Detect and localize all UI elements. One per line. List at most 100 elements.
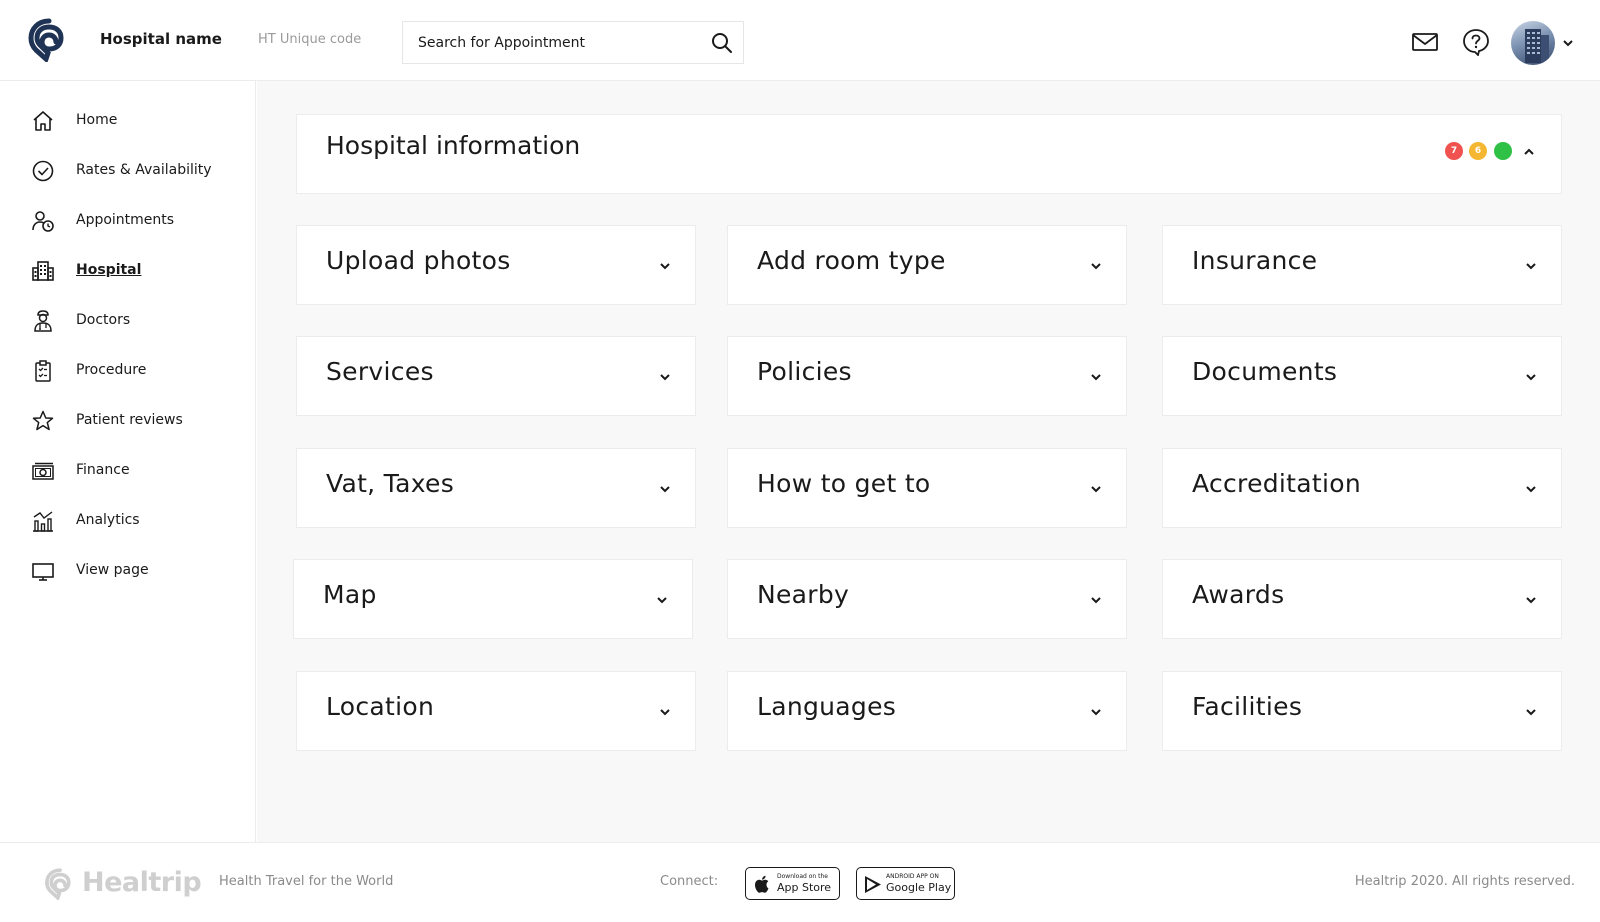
logo-icon[interactable] — [27, 18, 71, 62]
sidebar-item-view-page[interactable]: View page — [0, 549, 256, 593]
card-title: Documents — [1192, 357, 1338, 386]
sidebar-item-label: Patient reviews — [76, 412, 183, 428]
nearby-card[interactable]: Nearby — [727, 559, 1127, 639]
how-to-get-to-card[interactable]: How to get to — [727, 448, 1127, 528]
user-clock-icon — [32, 211, 54, 232]
sidebar-item-hospital[interactable]: Hospital — [0, 249, 256, 293]
sidebar-item-rates[interactable]: Rates & Availability — [0, 149, 256, 193]
chevron-down-icon — [660, 374, 670, 381]
sidebar-item-appointments[interactable]: Appointments — [0, 199, 256, 243]
play-store-icon — [865, 876, 881, 893]
sidebar-item-label: Rates & Availability — [76, 162, 212, 178]
sidebar-item-analytics[interactable]: Analytics — [0, 499, 256, 543]
hospital-information-title: Hospital information — [326, 131, 581, 160]
logo-icon — [45, 868, 71, 900]
policies-card[interactable]: Policies — [727, 336, 1127, 416]
accreditation-card[interactable]: Accreditation — [1162, 448, 1562, 528]
chevron-down-icon — [1526, 486, 1536, 493]
card-title: Vat, Taxes — [326, 469, 455, 498]
chevron-down-icon — [1091, 486, 1101, 493]
chevron-down-icon — [1526, 374, 1536, 381]
card-title: Insurance — [1192, 246, 1318, 275]
chevron-down-icon[interactable] — [1562, 37, 1574, 49]
chevron-down-icon — [660, 709, 670, 716]
sidebar-item-home[interactable]: Home — [0, 99, 256, 143]
card-title: How to get to — [757, 469, 931, 498]
sidebar-item-finance[interactable]: Finance — [0, 449, 256, 493]
brand-name: Healtrip — [82, 867, 202, 898]
sidebar-item-patient-reviews[interactable]: Patient reviews — [0, 399, 256, 443]
monitor-icon — [32, 563, 54, 581]
card-title: Map — [323, 580, 377, 609]
card-title: Location — [326, 692, 435, 721]
doctor-icon — [34, 310, 52, 332]
documents-card[interactable]: Documents — [1162, 336, 1562, 416]
chevron-down-icon — [660, 263, 670, 270]
card-title: Add room type — [757, 246, 946, 275]
footer-brand[interactable]: Healtrip — [44, 865, 202, 901]
unique-code: HT Unique code — [258, 32, 362, 47]
bar-chart-icon — [33, 511, 53, 532]
app-store-small-text: Download on the — [777, 873, 828, 880]
sidebar-item-label: Finance — [76, 462, 130, 478]
hospital-name: Hospital name — [100, 30, 222, 48]
sidebar-item-label: View page — [76, 562, 149, 578]
chevron-down-icon — [1526, 263, 1536, 270]
chevron-down-icon — [1526, 597, 1536, 604]
help-icon[interactable] — [1462, 28, 1490, 56]
card-title: Nearby — [757, 580, 850, 609]
chevron-up-icon[interactable] — [1523, 146, 1535, 158]
google-play-small-text: ANDROID APP ON — [886, 873, 939, 880]
search-icon[interactable] — [711, 32, 733, 54]
card-title: Awards — [1192, 580, 1285, 609]
card-title: Policies — [757, 357, 852, 386]
apple-icon — [754, 875, 769, 893]
sidebar-item-label: Doctors — [76, 312, 131, 328]
building-icon — [32, 261, 54, 281]
sidebar: Home Rates & Availability Appointments H… — [0, 81, 256, 842]
hospital-information-card[interactable]: Hospital information 7 6 — [296, 114, 1562, 194]
footer: Healtrip Health Travel for the World Con… — [0, 842, 1600, 922]
sidebar-item-label: Hospital — [76, 262, 142, 278]
sidebar-item-label: Appointments — [76, 212, 175, 228]
search-box — [402, 21, 744, 64]
card-title: Facilities — [1192, 692, 1303, 721]
money-icon — [32, 462, 54, 480]
sidebar-item-doctors[interactable]: Doctors — [0, 299, 256, 343]
chevron-down-icon — [1091, 263, 1101, 270]
warning-count-badge: 6 — [1469, 142, 1487, 160]
home-icon — [33, 111, 53, 131]
map-card[interactable]: Map — [293, 559, 693, 639]
upload-photos-card[interactable]: Upload photos — [296, 225, 696, 305]
tagline: Health Travel for the World — [219, 874, 394, 889]
chevron-down-icon — [657, 597, 667, 604]
search-input[interactable] — [418, 22, 698, 63]
top-header: Hospital name HT Unique code — [0, 0, 1600, 81]
avatar[interactable] — [1511, 21, 1555, 65]
star-icon — [32, 410, 54, 431]
insurance-card[interactable]: Insurance — [1162, 225, 1562, 305]
facilities-card[interactable]: Facilities — [1162, 671, 1562, 751]
google-play-label: Google Play — [886, 881, 952, 894]
sidebar-item-label: Procedure — [76, 362, 147, 378]
check-circle-icon — [32, 160, 54, 182]
avatar-building-image — [1525, 29, 1549, 63]
add-room-type-card[interactable]: Add room type — [727, 225, 1127, 305]
copyright: Healtrip 2020. All rights reserved. — [1354, 874, 1575, 889]
card-title: Accreditation — [1192, 469, 1361, 498]
languages-card[interactable]: Languages — [727, 671, 1127, 751]
chevron-down-icon — [1526, 709, 1536, 716]
vat-taxes-card[interactable]: Vat, Taxes — [296, 448, 696, 528]
google-play-button[interactable]: ANDROID APP ON Google Play — [856, 867, 955, 900]
services-card[interactable]: Services — [296, 336, 696, 416]
card-title: Languages — [757, 692, 897, 721]
mail-icon[interactable] — [1411, 28, 1439, 56]
app-store-label: App Store — [777, 881, 832, 894]
chevron-down-icon — [1091, 374, 1101, 381]
complete-status-badge — [1494, 142, 1512, 160]
awards-card[interactable]: Awards — [1162, 559, 1562, 639]
sidebar-item-procedure[interactable]: Procedure — [0, 349, 256, 393]
error-count-badge: 7 — [1445, 142, 1463, 160]
location-card[interactable]: Location — [296, 671, 696, 751]
app-store-button[interactable]: Download on the App Store — [745, 867, 840, 900]
